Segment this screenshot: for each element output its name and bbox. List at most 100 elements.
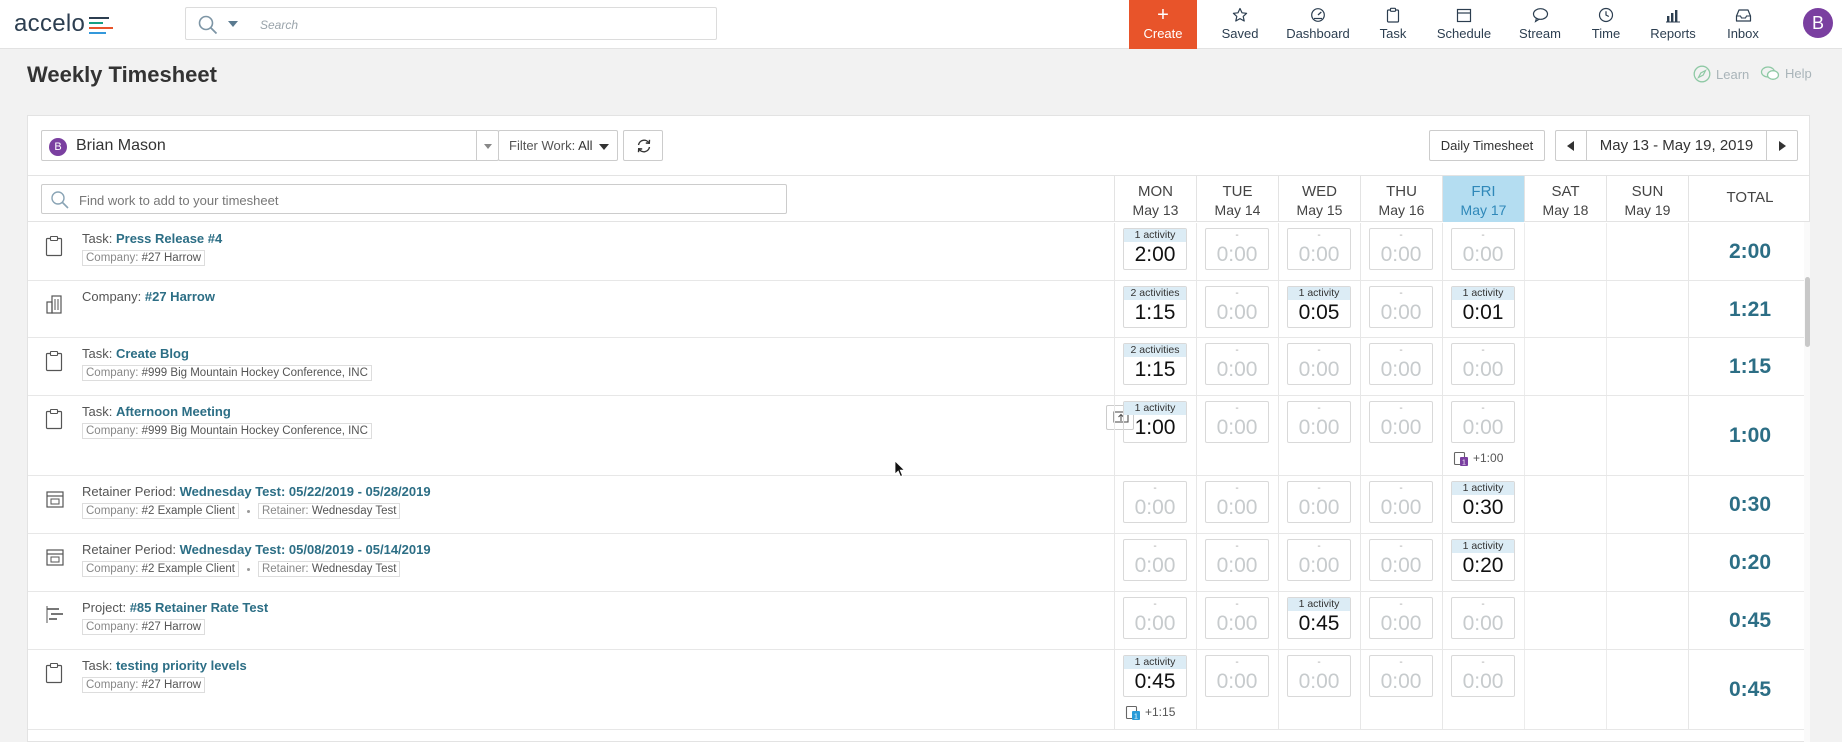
day-cell-mon: 1 activity 1:00 <box>1114 396 1196 475</box>
work-item-tag[interactable]: Company: #27 Harrow <box>82 250 206 266</box>
activity-count: - <box>1399 483 1403 494</box>
time-entry-box[interactable]: - 0:00 <box>1451 343 1515 385</box>
user-select[interactable]: B Brian Mason <box>41 130 499 161</box>
nav-task[interactable]: Task <box>1377 0 1409 49</box>
time-entry-box[interactable]: - 0:00 <box>1205 228 1269 270</box>
time-entry-box[interactable]: - 0:00 <box>1205 481 1269 523</box>
time-entry-box[interactable]: - 0:00 <box>1451 597 1515 639</box>
day-cell-tue: - 0:00 <box>1196 476 1278 533</box>
refresh-button[interactable] <box>623 130 663 161</box>
work-item-tag[interactable]: Company: #27 Harrow <box>82 677 206 693</box>
time-entry-box[interactable]: 2 activities 1:15 <box>1123 343 1187 385</box>
help-link[interactable]: Help <box>1760 65 1812 82</box>
previous-week-button[interactable] <box>1555 130 1587 161</box>
time-entry-box[interactable]: - 0:00 <box>1369 401 1433 443</box>
time-entry-box[interactable]: - 0:00 <box>1287 228 1351 270</box>
time-entry-box[interactable]: 1 activity 0:45 <box>1123 655 1187 697</box>
search-input[interactable]: Search <box>260 18 298 32</box>
nav-schedule[interactable]: Schedule <box>1434 0 1494 49</box>
activity-count: - <box>1153 483 1157 494</box>
work-item-link[interactable]: Create Blog <box>116 346 189 361</box>
work-item-tag[interactable]: Retainer: Wednesday Test <box>257 561 401 577</box>
time-entry-box[interactable]: - 0:00 <box>1205 655 1269 697</box>
work-item-link[interactable]: #85 Retainer Rate Test <box>130 600 269 615</box>
filter-label: Filter Work: <box>509 138 576 153</box>
user-avatar[interactable]: B <box>1803 8 1833 38</box>
time-entry-box[interactable]: 1 activity 0:45 <box>1287 597 1351 639</box>
daily-timesheet-button[interactable]: Daily Timesheet <box>1429 130 1545 161</box>
time-entry-box[interactable]: 1 activity 0:01 <box>1451 286 1515 328</box>
work-item-tag[interactable]: Company: #999 Big Mountain Hockey Confer… <box>82 423 372 439</box>
create-button[interactable]: + Create <box>1129 0 1197 49</box>
work-item-tag[interactable]: Company: #2 Example Client <box>82 561 239 577</box>
work-item-tags: Company: #2 Example Client Retainer: Wedn… <box>82 503 401 519</box>
time-entry-box[interactable]: - 0:00 <box>1287 343 1351 385</box>
work-item-tag[interactable]: Retainer: Wednesday Test <box>257 503 401 519</box>
time-entry-box[interactable]: - 0:00 <box>1369 655 1433 697</box>
work-item-link[interactable]: #27 Harrow <box>145 289 215 304</box>
search-bar[interactable]: Search <box>185 7 717 40</box>
time-entry-box[interactable]: 1 activity 0:30 <box>1451 481 1515 523</box>
nav-reports[interactable]: Reports <box>1648 0 1698 49</box>
time-entry-box[interactable]: - 0:00 <box>1369 597 1433 639</box>
work-item-link[interactable]: Wednesday Test: 05/22/2019 - 05/28/2019 <box>180 484 431 499</box>
time-entry-box[interactable]: - 0:00 <box>1123 481 1187 523</box>
day-cell-mon: 2 activities 1:15 <box>1114 281 1196 337</box>
time-entry-box[interactable]: 1 activity 0:20 <box>1451 539 1515 581</box>
time-value: 0:00 <box>1216 554 1258 577</box>
nav-inbox[interactable]: Inbox <box>1724 0 1762 49</box>
date-range[interactable]: May 13 - May 19, 2019 <box>1586 130 1767 161</box>
find-work-input[interactable]: Find work to add to your timesheet <box>41 184 787 214</box>
filter-work-dropdown[interactable]: Filter Work: All <box>498 130 618 161</box>
work-item-link[interactable]: Press Release #4 <box>116 231 222 246</box>
nav-time[interactable]: Time <box>1590 0 1622 49</box>
time-entry-box[interactable]: 1 activity 1:00 <box>1123 401 1187 443</box>
work-item-tag[interactable]: Company: #2 Example Client <box>82 503 239 519</box>
chevron-down-icon[interactable] <box>476 131 498 160</box>
filter-value: All <box>578 138 593 153</box>
time-entry-box[interactable]: - 0:00 <box>1287 481 1351 523</box>
time-entry-box[interactable]: - 0:00 <box>1205 401 1269 443</box>
scheduled-time[interactable]: 1 +1:00 <box>1453 450 1503 466</box>
help-chat-icon <box>1760 66 1780 80</box>
time-entry-box[interactable]: - 0:00 <box>1205 597 1269 639</box>
time-entry-box[interactable]: - 0:00 <box>1451 655 1515 697</box>
work-item-tag[interactable]: Company: #999 Big Mountain Hockey Confer… <box>82 365 372 381</box>
time-entry-box[interactable]: - 0:00 <box>1369 481 1433 523</box>
time-entry-box[interactable]: - 0:00 <box>1369 286 1433 328</box>
time-value: 0:30 <box>1462 496 1504 519</box>
time-entry-box[interactable]: 1 activity 2:00 <box>1123 228 1187 270</box>
nav-dashboard[interactable]: Dashboard <box>1282 0 1354 49</box>
time-entry-box[interactable]: - 0:00 <box>1287 539 1351 581</box>
time-entry-box[interactable]: - 0:00 <box>1287 655 1351 697</box>
next-week-button[interactable] <box>1766 130 1798 161</box>
work-item-link[interactable]: Afternoon Meeting <box>116 404 231 419</box>
day-date: May 19 <box>1624 202 1671 218</box>
nav-saved[interactable]: Saved <box>1220 0 1260 49</box>
work-item-link[interactable]: testing priority levels <box>116 658 247 673</box>
scheduled-time[interactable]: 1 +1:15 <box>1125 704 1175 720</box>
time-entry-box[interactable]: - 0:00 <box>1205 343 1269 385</box>
accelo-logo[interactable]: accelo <box>14 10 114 38</box>
nav-stream[interactable]: Stream <box>1517 0 1563 49</box>
work-item-link[interactable]: Wednesday Test: 05/08/2019 - 05/14/2019 <box>180 542 431 557</box>
time-value: 0:20 <box>1462 554 1504 577</box>
time-entry-box[interactable]: - 0:00 <box>1205 539 1269 581</box>
time-entry-box[interactable]: - 0:00 <box>1287 401 1351 443</box>
time-entry-box[interactable]: - 0:00 <box>1205 286 1269 328</box>
work-item-tag[interactable]: Company: #27 Harrow <box>82 619 206 635</box>
time-entry-box[interactable]: - 0:00 <box>1123 597 1187 639</box>
time-entry-box[interactable]: - 0:00 <box>1451 401 1515 443</box>
time-entry-box[interactable]: 2 activities 1:15 <box>1123 286 1187 328</box>
time-entry-box[interactable]: - 0:00 <box>1369 539 1433 581</box>
tag-value: #27 Harrow <box>141 679 202 691</box>
time-entry-box[interactable]: - 0:00 <box>1369 343 1433 385</box>
time-entry-box[interactable]: - 0:00 <box>1451 228 1515 270</box>
time-entry-box[interactable]: - 0:00 <box>1123 539 1187 581</box>
time-entry-box[interactable]: - 0:00 <box>1369 228 1433 270</box>
timesheet-row <box>28 730 1805 741</box>
search-scope-dropdown-icon[interactable] <box>228 21 238 27</box>
scrollbar-thumb[interactable] <box>1805 277 1810 347</box>
time-entry-box[interactable]: 1 activity 0:05 <box>1287 286 1351 328</box>
learn-link[interactable]: Learn <box>1693 65 1749 83</box>
